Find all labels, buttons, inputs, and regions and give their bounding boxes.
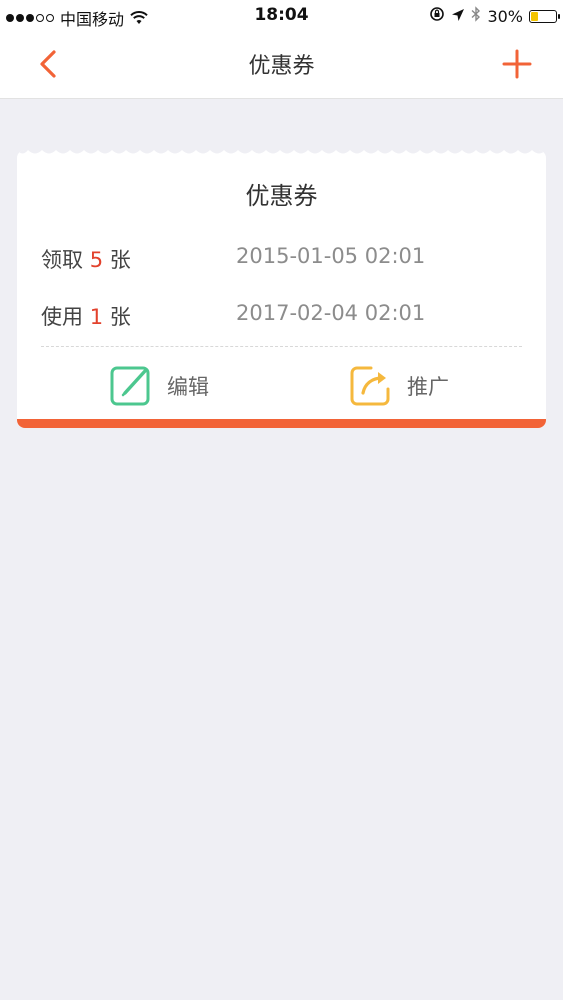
received-count: 5	[89, 248, 104, 272]
used-unit: 张	[109, 305, 131, 329]
add-coupon-button[interactable]	[497, 46, 537, 86]
used-row: 使用 1 张 2017-02-04 02:01	[41, 301, 521, 331]
battery-fill	[531, 11, 538, 21]
edit-button[interactable]: 编辑	[109, 364, 209, 408]
battery-icon	[529, 9, 560, 23]
share-icon	[350, 366, 390, 406]
card-accent-bar	[17, 419, 546, 428]
orientation-lock-icon	[429, 6, 445, 26]
received-unit: 张	[109, 248, 131, 272]
plus-icon	[502, 49, 532, 79]
page-title: 优惠券	[248, 54, 315, 79]
status-right: 30%	[429, 6, 560, 26]
location-icon	[451, 7, 465, 26]
card-title: 优惠券	[245, 182, 318, 210]
received-date: 2015-01-05 02:01	[236, 244, 426, 268]
dashed-divider	[41, 346, 522, 347]
promote-label: 推广	[407, 375, 449, 399]
card-wave-edge	[17, 150, 546, 154]
battery-percent: 30%	[487, 6, 523, 26]
used-label: 使用	[41, 305, 83, 329]
coupon-card[interactable]: 优惠券 领取 5 张 2015-01-05 02:01 使用 1 张 2017-…	[17, 150, 546, 428]
edit-label: 编辑	[167, 375, 209, 399]
received-row: 领取 5 张 2015-01-05 02:01	[41, 244, 521, 274]
used-count: 1	[89, 305, 104, 329]
promote-button[interactable]: 推广	[349, 364, 449, 408]
nav-bar: 优惠券	[0, 32, 563, 99]
used-date: 2017-02-04 02:01	[236, 301, 426, 325]
received-label: 领取	[41, 248, 83, 272]
bluetooth-icon	[471, 6, 481, 26]
edit-icon	[110, 366, 150, 406]
status-bar: 中国移动 18:04 30%	[0, 0, 563, 32]
